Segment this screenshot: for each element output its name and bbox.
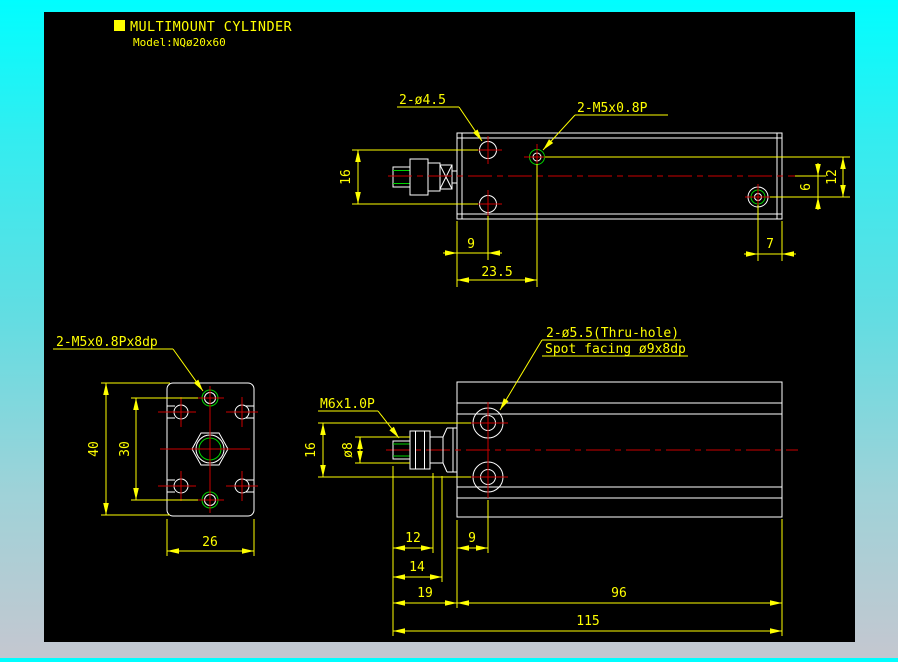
dim-16-side: 16 bbox=[304, 442, 319, 458]
dim-12-right: 12 bbox=[825, 169, 840, 185]
cad-drawing: MULTIMOUNT CYLINDER Model:NQø20x60 16 6 … bbox=[44, 12, 855, 642]
label-thru-hole-line1: 2-ø5.5(Thru-hole) bbox=[546, 326, 679, 341]
square-bullet-icon bbox=[114, 20, 125, 31]
label-ports: 2-M5x0.8P bbox=[577, 101, 648, 116]
dim-26: 26 bbox=[202, 535, 218, 550]
dim-23-5: 23.5 bbox=[481, 265, 512, 280]
dim-19: 19 bbox=[417, 586, 433, 601]
dim-16-top: 16 bbox=[339, 169, 354, 185]
dim-6: 6 bbox=[799, 183, 814, 191]
dim-9-bottom: 9 bbox=[468, 531, 476, 546]
label-rod-thread: M6x1.0P bbox=[320, 397, 375, 412]
dim-40: 40 bbox=[87, 441, 102, 457]
drawing-title: MULTIMOUNT CYLINDER bbox=[130, 19, 292, 35]
dim-9-top: 9 bbox=[467, 237, 475, 252]
label-tapped-holes: 2-M5x0.8Px8dp bbox=[56, 335, 158, 350]
dim-12-bottom: 12 bbox=[405, 531, 421, 546]
model-number: Model:NQø20x60 bbox=[133, 36, 226, 49]
label-mount-holes: 2-ø4.5 bbox=[399, 93, 446, 108]
dim-30: 30 bbox=[118, 441, 133, 457]
dim-14: 14 bbox=[409, 560, 425, 575]
dim-115: 115 bbox=[576, 614, 599, 629]
dim-rod-dia: ø8 bbox=[341, 442, 356, 458]
dim-7: 7 bbox=[766, 237, 774, 252]
label-thru-hole-line2: Spot facing ø9x8dp bbox=[545, 342, 686, 357]
dim-96: 96 bbox=[611, 586, 627, 601]
